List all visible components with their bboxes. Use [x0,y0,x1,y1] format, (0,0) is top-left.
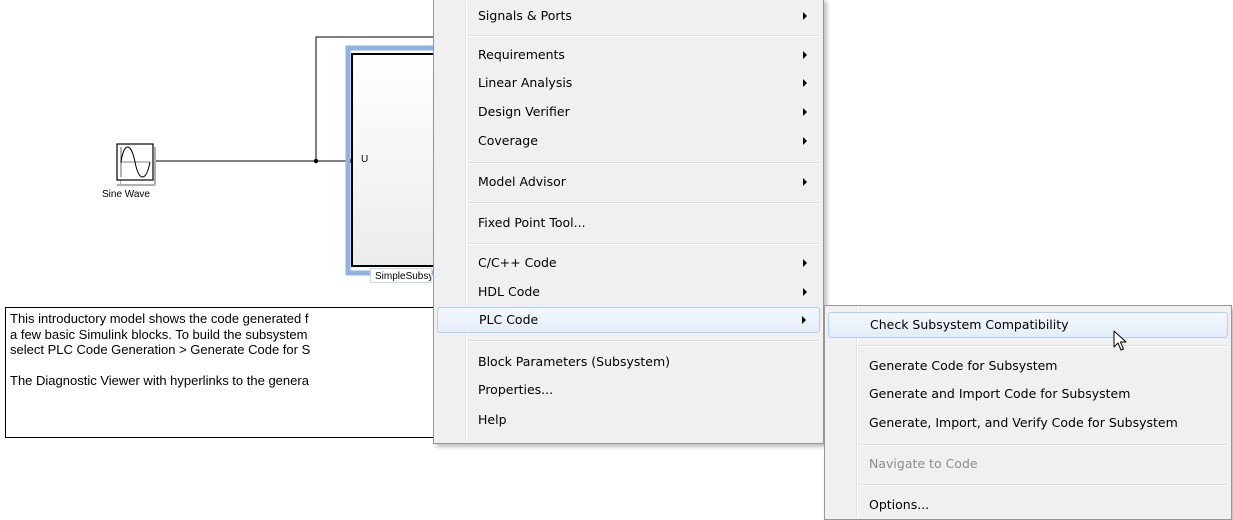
menu-item-generate-import-verify-code[interactable]: Generate, Import, and Verify Code for Su… [828,410,1228,436]
model-annotation[interactable]: This introductory model shows the code g… [5,307,435,438]
menu-item-label: Model Advisor [478,174,566,189]
sine-wave-label: Sine Wave [102,189,150,200]
block-context-menu: Signals & Ports Requirements Linear Anal… [433,0,824,444]
menu-item-label: Design Verifier [478,104,570,119]
menu-separator [467,162,820,164]
menu-separator [858,444,1228,446]
menu-item-linear-analysis[interactable]: Linear Analysis [437,70,820,96]
submenu-arrow-icon [802,316,806,324]
annotation-line: select PLC Code Generation > Generate Co… [10,342,311,357]
submenu-arrow-icon [803,51,807,59]
annotation-line: This introductory model shows the code g… [10,311,309,326]
menu-item-label: Coverage [478,133,538,148]
menu-item-label: C/C++ Code [478,255,557,270]
menu-item-fixed-point-tool[interactable]: Fixed Point Tool... [437,210,820,236]
submenu-arrow-icon [803,79,807,87]
menu-item-label: Block Parameters (Subsystem) [478,354,671,369]
menu-item-generate-import-code[interactable]: Generate and Import Code for Subsystem [828,381,1228,407]
menu-item-label: Fixed Point Tool... [478,215,586,230]
menu-separator [858,484,1228,486]
menu-item-generate-code[interactable]: Generate Code for Subsystem [828,353,1228,379]
menu-item-signals-ports[interactable]: Signals & Ports [437,3,820,29]
input-port-label: U [361,154,369,165]
menu-item-label: Signals & Ports [478,8,572,23]
menu-item-coverage[interactable]: Coverage [437,128,820,154]
menu-separator [858,345,1228,347]
menu-item-help[interactable]: Help [437,407,820,433]
submenu-arrow-icon [803,178,807,186]
branch-point [313,158,319,164]
menu-item-options[interactable]: Options... [828,492,1228,518]
menu-separator [467,243,820,245]
menu-item-properties[interactable]: Properties... [437,377,820,403]
arrow-pointer-icon [1113,330,1127,351]
menu-item-plc-code[interactable]: PLC Code [437,307,820,333]
menu-separator [467,35,820,37]
submenu-arrow-icon [803,137,807,145]
menu-item-design-verifier[interactable]: Design Verifier [437,99,820,125]
menu-separator [467,340,820,342]
menu-item-model-advisor[interactable]: Model Advisor [437,169,820,195]
menu-item-label: Check Subsystem Compatibility [870,317,1069,332]
menu-item-label: Properties... [478,382,554,397]
submenu-arrow-icon [803,288,807,296]
menu-item-label: Generate Code for Subsystem [869,358,1058,373]
menu-item-block-parameters[interactable]: Block Parameters (Subsystem) [437,349,820,375]
annotation-line: a few basic Simulink blocks. To build th… [10,326,308,342]
submenu-arrow-icon [803,12,807,20]
menu-item-cpp-code[interactable]: C/C++ Code [437,250,820,276]
annotation-line: The Diagnostic Viewer with hyperlinks to… [10,372,309,388]
menu-item-check-subsystem-compatibility[interactable]: Check Subsystem Compatibility [828,312,1228,338]
menu-item-label: Requirements [478,47,565,62]
menu-item-label: Generate, Import, and Verify Code for Su… [869,415,1178,430]
menu-item-hdl-code[interactable]: HDL Code [437,279,820,305]
plc-code-submenu: Check Subsystem Compatibility Generate C… [824,305,1232,520]
submenu-arrow-icon [803,259,807,267]
menu-item-label: HDL Code [478,284,540,299]
menu-item-requirements[interactable]: Requirements [437,42,820,68]
menu-item-label: PLC Code [479,312,539,327]
annotation-blank-line [10,358,430,373]
menu-item-label: Navigate to Code [869,456,978,471]
menu-separator [467,202,820,204]
menu-item-label: Generate and Import Code for Subsystem [869,386,1131,401]
menu-item-label: Linear Analysis [478,75,573,90]
menu-item-label: Options... [869,497,930,512]
submenu-arrow-icon [803,108,807,116]
subsystem-name-label[interactable]: SimpleSubsystem [370,268,432,283]
sine-wave-block[interactable] [116,143,156,186]
menu-item-navigate-to-code: Navigate to Code [828,451,1228,477]
menu-item-label: Help [478,412,507,427]
